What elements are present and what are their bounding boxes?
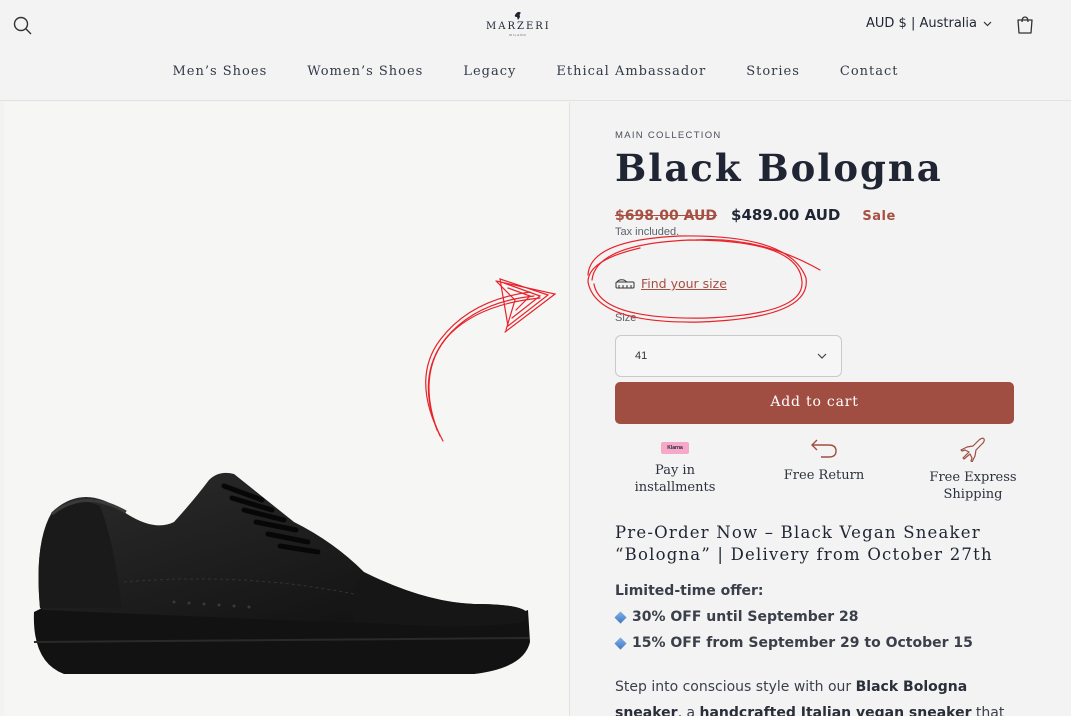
feature-label: Free Return (783, 468, 865, 483)
feature-label: Pay in installments (634, 463, 716, 495)
nav-mens-shoes[interactable]: Men’s Shoes (172, 64, 267, 79)
chevron-down-icon (983, 21, 992, 26)
size-label: Size (615, 312, 637, 324)
ruler-icon (615, 278, 635, 288)
sale-price: $489.00 AUD (731, 206, 841, 224)
feature-installments: Klarna Pay in installments (610, 436, 740, 496)
logo-subtext: MILANO (509, 33, 527, 37)
nav-legacy[interactable]: Legacy (463, 64, 516, 79)
sneaker-image (33, 472, 530, 674)
product-title: Black Bologna (615, 146, 943, 190)
klarna-badge: Klarna (661, 442, 689, 454)
feature-free-shipping: Free Express Shipping (908, 436, 1038, 503)
find-your-size-link[interactable]: Find your size (615, 276, 727, 291)
site-header: MARZERI MILANO AUD $ | Australia Men’s S… (0, 0, 1071, 101)
offer-title: Limited-time offer: (615, 583, 764, 599)
preorder-heading: Pre-Order Now – Black Vegan Sneaker “Bol… (615, 523, 993, 564)
cart-icon[interactable] (1014, 14, 1036, 36)
price-row: $698.00 AUD $489.00 AUD Sale (615, 206, 896, 224)
main-nav: Men’s Shoes Women’s Shoes Legacy Ethical… (0, 64, 1071, 79)
tax-note: Tax included. (615, 226, 680, 238)
sale-badge: Sale (862, 209, 896, 224)
logo-mark-icon (514, 11, 521, 20)
offer-item: 15% OFF from September 29 to October 15 (614, 635, 973, 651)
logo-text: MARZERI (486, 21, 551, 32)
locale-selector[interactable]: AUD $ | Australia (866, 16, 992, 31)
logo[interactable]: MARZERI MILANO (486, 10, 550, 42)
chevron-down-icon (817, 353, 827, 359)
add-to-cart-button[interactable]: Add to cart (615, 382, 1014, 424)
product-description: Step into conscious style with our Black… (615, 679, 1005, 716)
blue-diamond-icon (614, 610, 627, 624)
blue-diamond-icon (614, 636, 627, 650)
offer-item: 30% OFF until September 28 (614, 609, 859, 625)
locale-label: AUD $ | Australia (866, 16, 977, 31)
compare-at-price: $698.00 AUD (615, 208, 718, 224)
collection-label: MAIN COLLECTION (615, 130, 722, 141)
feature-list: Klarna Pay in installments Free Return Fr… (615, 436, 1035, 516)
feature-free-return: Free Return (759, 436, 889, 484)
search-icon[interactable] (12, 15, 34, 37)
nav-womens-shoes[interactable]: Women’s Shoes (307, 64, 423, 79)
airplane-icon (960, 437, 985, 463)
nav-stories[interactable]: Stories (746, 64, 800, 79)
feature-label: Free Express Shipping (929, 470, 1017, 502)
return-arrow-icon (811, 439, 837, 458)
size-selected-value: 41 (635, 350, 648, 362)
product-image[interactable] (4, 102, 570, 716)
nav-ethical-ambassador[interactable]: Ethical Ambassador (556, 64, 706, 79)
find-your-size-label: Find your size (641, 276, 727, 291)
nav-contact[interactable]: Contact (840, 64, 899, 79)
size-select[interactable]: 41 (615, 335, 842, 377)
